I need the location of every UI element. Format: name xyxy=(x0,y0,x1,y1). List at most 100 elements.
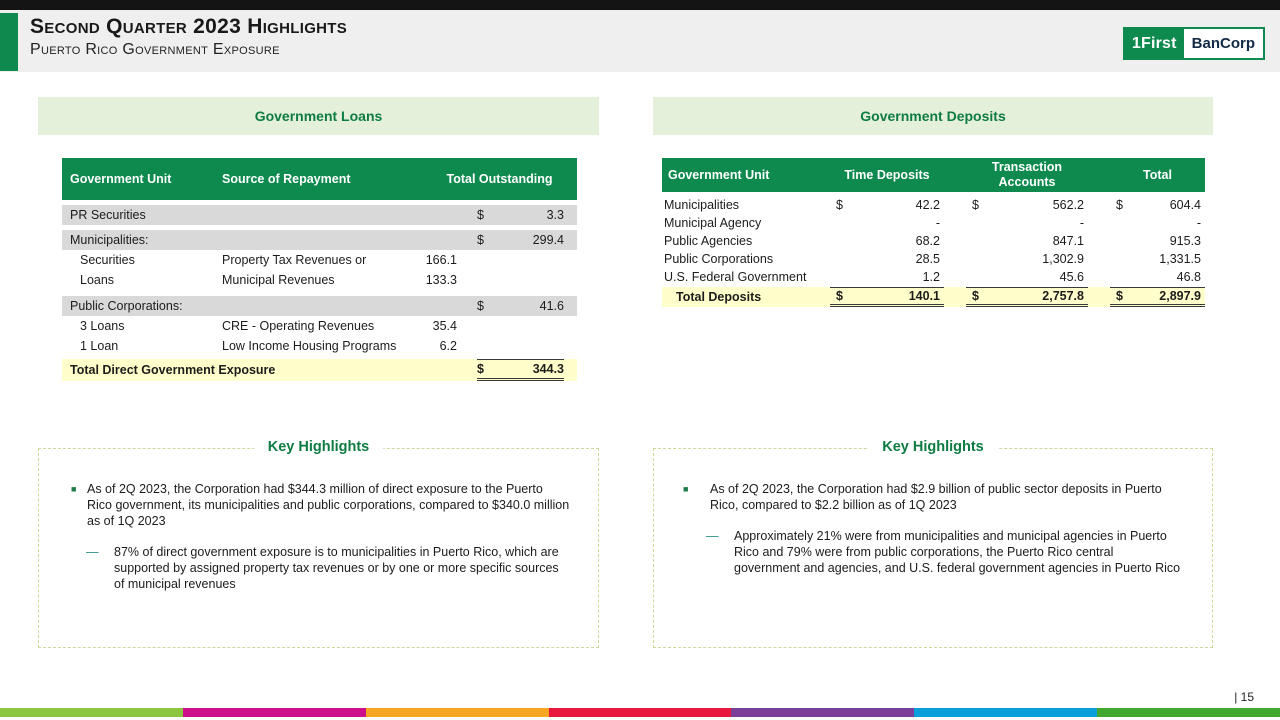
currency-sign: $ xyxy=(972,289,979,303)
deposits-total-total: 2,897.9 xyxy=(1159,289,1201,303)
bullet-square-icon: ■ xyxy=(683,481,710,513)
government-deposits-table: Government Unit Time Deposits Transactio… xyxy=(662,158,1205,307)
deposits-total-transaction: 2,757.8 xyxy=(1042,289,1084,303)
row-value: 299.4 xyxy=(533,233,564,247)
stripe-segment xyxy=(731,708,914,717)
currency-sign: $ xyxy=(477,362,484,376)
stripe-segment xyxy=(183,708,366,717)
stripe-segment xyxy=(1097,708,1280,717)
slide: Second Quarter 2023 Highlights Puerto Ri… xyxy=(0,0,1280,720)
row-value: - xyxy=(936,216,940,230)
deposits-total-row: Total Deposits $140.1 $2,757.8 $2,897.9 xyxy=(662,287,1205,307)
currency-sign: $ xyxy=(1116,198,1123,212)
dash-icon: — xyxy=(706,528,734,576)
currency-sign: $ xyxy=(477,208,484,222)
currency-sign: $ xyxy=(836,198,843,212)
key-highlights-title: Key Highlights xyxy=(868,439,998,455)
row-value: 562.2 xyxy=(1053,198,1084,212)
highlight-sub-bullet: — 87% of direct government exposure is t… xyxy=(86,544,568,592)
row-value: 28.5 xyxy=(916,252,940,266)
table-row: U.S. Federal Government 1.2 45.6 46.8 xyxy=(662,268,1205,286)
stripe-segment xyxy=(914,708,1097,717)
government-loans-table: Government Unit Source of Repayment Tota… xyxy=(62,158,577,381)
row-source: Low Income Housing Programs xyxy=(222,339,422,353)
highlight-sub-text: Approximately 21% were from municipaliti… xyxy=(734,528,1182,576)
row-subvalue: 133.3 xyxy=(422,273,457,287)
currency-sign: $ xyxy=(477,299,484,313)
key-highlights-box-deposits: Key Highlights ■ As of 2Q 2023, the Corp… xyxy=(653,448,1213,648)
deposits-total-label: Total Deposits xyxy=(662,290,830,304)
highlight-text: As of 2Q 2023, the Corporation had $2.9 … xyxy=(710,481,1184,513)
highlight-bullet: ■ As of 2Q 2023, the Corporation had $34… xyxy=(71,481,570,529)
dash-icon: — xyxy=(86,544,114,592)
green-accent-bar xyxy=(0,13,18,71)
key-highlights-box-loans: Key Highlights ■ As of 2Q 2023, the Corp… xyxy=(38,448,599,648)
row-subvalue: 6.2 xyxy=(422,339,457,353)
logo-first-mark: 1First xyxy=(1125,29,1184,58)
row-unit: Public Corporations: xyxy=(62,299,222,313)
table-row: Municipal Agency - - - xyxy=(662,214,1205,232)
row-unit: Municipal Agency xyxy=(662,216,830,230)
deposits-col-government-unit: Government Unit xyxy=(662,168,830,182)
loans-total-label: Total Direct Government Exposure xyxy=(62,363,457,377)
table-row: Public Corporations 28.5 1,302.9 1,331.5 xyxy=(662,250,1205,268)
row-source: Municipal Revenues xyxy=(222,273,422,287)
page-number: | 15 xyxy=(1234,690,1254,704)
row-unit: PR Securities xyxy=(62,208,222,222)
deposits-col-time-deposits: Time Deposits xyxy=(830,168,944,183)
table-row: Public Agencies 68.2 847.1 915.3 xyxy=(662,232,1205,250)
row-unit: Municipalities: xyxy=(62,233,222,247)
deposits-table-header: Government Unit Time Deposits Transactio… xyxy=(662,158,1205,192)
page-title: Second Quarter 2023 Highlights xyxy=(30,15,347,39)
row-value: 68.2 xyxy=(916,234,940,248)
row-subvalue: 35.4 xyxy=(422,319,457,333)
top-black-bar xyxy=(0,0,1280,10)
row-value: 46.8 xyxy=(1177,270,1201,284)
table-row: 3 Loans CRE - Operating Revenues 35.4 xyxy=(62,316,577,336)
currency-sign: $ xyxy=(972,198,979,212)
highlight-bullet: ■ As of 2Q 2023, the Corporation had $2.… xyxy=(683,481,1184,513)
loans-col-source-of-repayment: Source of Repayment xyxy=(222,172,422,186)
highlight-text: As of 2Q 2023, the Corporation had $344.… xyxy=(87,481,570,529)
table-row: Securities Property Tax Revenues or 166.… xyxy=(62,250,577,270)
deposits-col-total: Total xyxy=(1110,168,1205,183)
government-loans-banner: Government Loans xyxy=(38,97,599,135)
row-value: 1.2 xyxy=(923,270,940,284)
row-value: 42.2 xyxy=(916,198,940,212)
highlight-sub-text: 87% of direct government exposure is to … xyxy=(114,544,568,592)
deposits-col-transaction-accounts: Transaction Accounts xyxy=(966,160,1088,190)
loans-total-row: Total Direct Government Exposure $344.3 xyxy=(62,359,577,381)
table-row: Public Corporations: $41.6 xyxy=(62,296,577,316)
row-unit: Loans xyxy=(62,273,222,287)
row-unit: 1 Loan xyxy=(62,339,222,353)
loans-col-government-unit: Government Unit xyxy=(62,172,222,186)
row-unit: Public Agencies xyxy=(662,234,830,248)
loans-total-value: 344.3 xyxy=(533,362,564,376)
table-row: Municipalities: $299.4 xyxy=(62,230,577,250)
row-value: 41.6 xyxy=(540,299,564,313)
footer-color-stripe xyxy=(0,708,1280,717)
stripe-segment xyxy=(366,708,549,717)
stripe-segment xyxy=(0,708,183,717)
stripe-segment xyxy=(549,708,732,717)
row-value: 1,331.5 xyxy=(1159,252,1201,266)
row-unit: Public Corporations xyxy=(662,252,830,266)
row-source: CRE - Operating Revenues xyxy=(222,319,422,333)
loans-table-header: Government Unit Source of Repayment Tota… xyxy=(62,158,577,200)
highlight-sub-bullet: — Approximately 21% were from municipali… xyxy=(706,528,1182,576)
row-unit: 3 Loans xyxy=(62,319,222,333)
bullet-square-icon: ■ xyxy=(71,481,87,529)
logo-bancorp-mark: BanCorp xyxy=(1184,29,1263,58)
currency-sign: $ xyxy=(836,289,843,303)
row-value: - xyxy=(1197,216,1201,230)
row-subvalue: 166.1 xyxy=(422,253,457,267)
table-row: Municipalities $42.2 $562.2 $604.4 xyxy=(662,196,1205,214)
currency-sign: $ xyxy=(1116,289,1123,303)
firstbancorp-logo: 1First BanCorp xyxy=(1123,27,1265,60)
government-deposits-banner: Government Deposits xyxy=(653,97,1213,135)
row-value: 1,302.9 xyxy=(1042,252,1084,266)
table-row: 1 Loan Low Income Housing Programs 6.2 xyxy=(62,336,577,356)
key-highlights-title: Key Highlights xyxy=(254,439,384,455)
row-source: Property Tax Revenues or xyxy=(222,253,422,267)
currency-sign: $ xyxy=(477,233,484,247)
